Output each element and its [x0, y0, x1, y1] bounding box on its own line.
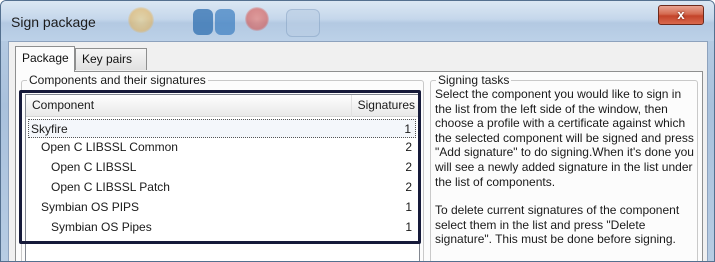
background-app-icon	[193, 9, 213, 35]
components-groupbox: Components and their signatures Componen…	[21, 73, 424, 261]
components-group-legend: Components and their signatures	[27, 73, 208, 87]
signature-count: 2	[405, 140, 412, 154]
signature-count: 2	[405, 160, 412, 174]
component-name: Open C LIBSSL Patch	[51, 180, 170, 194]
close-icon: x	[677, 7, 685, 22]
component-name: Open C LIBSSL Common	[41, 140, 178, 154]
components-list[interactable]: Component Signatures Skyfire 1 Open C LI…	[25, 94, 420, 261]
list-item[interactable]: Symbian OS Pipes 1	[28, 218, 416, 237]
signature-count: 1	[405, 200, 412, 214]
close-button[interactable]: x	[658, 5, 704, 25]
signing-tasks-legend: Signing tasks	[436, 73, 512, 87]
title-bar[interactable]: Sign package x	[1, 1, 714, 41]
instructions-paragraph-add: Select the component you would like to s…	[435, 87, 694, 189]
signing-instructions: Select the component you would like to s…	[435, 87, 697, 261]
signature-count: 1	[405, 220, 412, 234]
tab-key-pairs[interactable]: Key pairs	[75, 48, 147, 70]
sign-package-window: Sign package x Package Key pairs Compone…	[0, 0, 715, 262]
background-app-icon	[215, 9, 235, 35]
column-header-component[interactable]: Component	[32, 95, 94, 117]
list-item[interactable]: Symbian OS PIPS 1	[28, 198, 416, 217]
component-name: Open C LIBSSL	[51, 160, 137, 174]
component-name: Symbian OS PIPS	[41, 200, 140, 214]
background-app-icon	[245, 7, 269, 31]
background-app-icon	[128, 7, 154, 33]
component-name: Skyfire	[31, 122, 68, 136]
list-header: Component Signatures	[26, 95, 419, 117]
window-title: Sign package	[11, 14, 96, 30]
instructions-paragraph-delete: To delete current signatures of the comp…	[435, 203, 680, 247]
dialog-client-area: Package Key pairs Components and their s…	[8, 41, 708, 261]
background-app-icon	[286, 9, 320, 37]
list-item[interactable]: Open C LIBSSL Patch 2	[28, 178, 416, 197]
list-item[interactable]: Open C LIBSSL 2	[28, 158, 416, 177]
list-item[interactable]: Open C LIBSSL Common 2	[28, 138, 416, 157]
signature-count: 1	[404, 122, 411, 136]
signature-count: 2	[405, 180, 412, 194]
signing-tasks-groupbox: Signing tasks Select the component you w…	[430, 73, 698, 261]
column-header-signatures[interactable]: Signatures	[350, 95, 415, 117]
list-item[interactable]: Skyfire 1	[28, 119, 416, 138]
component-name: Symbian OS Pipes	[51, 220, 152, 234]
tab-package[interactable]: Package	[15, 46, 75, 72]
package-tab-page: Components and their signatures Componen…	[15, 71, 703, 261]
